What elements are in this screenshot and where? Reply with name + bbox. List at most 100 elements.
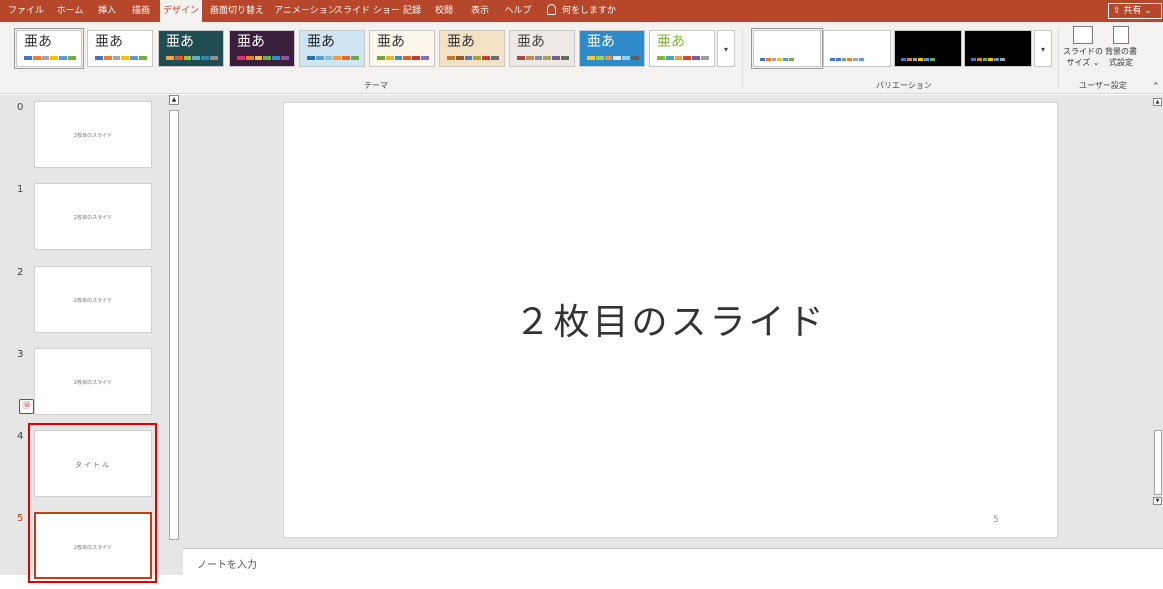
variant-color-swatches	[760, 58, 794, 61]
variant-color-swatches	[971, 58, 1005, 61]
theme-color-swatches	[447, 56, 499, 60]
slide-size-label-2: サイズ ⌄	[1066, 58, 1100, 67]
slide-size-icon	[1073, 26, 1093, 44]
theme-option[interactable]: 亜あ	[299, 30, 365, 67]
scroll-thumb[interactable]	[1154, 430, 1162, 495]
thumbnail-number: 4	[17, 431, 24, 442]
slide-thumbnail[interactable]: 2枚目のスライド	[34, 348, 152, 415]
ribbon-design-panel: 亜あ 亜あ 亜あ 亜あ 亜あ 亜あ 亜あ 亜あ 亜あ 亜あ ▾ テーマ ▾ バリエーション スライ…	[0, 22, 1163, 94]
share-button[interactable]: ⇪ 共有 ⌄	[1108, 3, 1162, 19]
thumbnail-number: 0	[17, 102, 24, 113]
slide-thumbnail[interactable]: 2枚目のスライド	[34, 266, 152, 333]
thumbnail-number: 1	[17, 184, 24, 195]
editor-scrollbar[interactable]: ▲ ▼	[1153, 95, 1163, 548]
theme-color-swatches	[657, 56, 709, 60]
thumbnail-title: 2枚目のスライド	[73, 215, 113, 221]
thumbnail-number: 3	[17, 349, 24, 360]
tab-insert[interactable]: 挿入	[94, 0, 120, 22]
theme-option[interactable]: 亜あ	[439, 30, 505, 67]
slide-editor: ２枚目のスライド 5 ▲ ▼	[183, 95, 1163, 548]
scroll-up-icon[interactable]: ▲	[169, 95, 179, 105]
tab-draw[interactable]: 描画	[128, 0, 154, 22]
variant-option[interactable]	[964, 30, 1032, 67]
customize-group-label: ユーザー設定	[1079, 81, 1127, 90]
lightbulb-icon	[547, 4, 556, 15]
share-label: 共有	[1123, 6, 1142, 16]
thumbnail-number: 2	[17, 267, 24, 278]
theme-option[interactable]: 亜あ	[579, 30, 645, 67]
theme-color-swatches	[307, 56, 359, 60]
tab-home[interactable]: ホーム	[53, 0, 87, 22]
theme-color-swatches	[24, 56, 76, 60]
notes-pane[interactable]: ノートを入力	[183, 548, 1163, 571]
ribbon-tab-bar: ファイル ホーム 挿入 描画 デザイン 画面切り替え アニメーション スライド …	[0, 0, 1163, 22]
notes-placeholder[interactable]: ノートを入力	[197, 556, 257, 571]
theme-preview-text: 亜あ	[95, 34, 123, 50]
slide-size-label-1: スライドの	[1063, 47, 1103, 56]
slide-title[interactable]: ２枚目のスライド	[284, 293, 1057, 345]
tab-help[interactable]: ヘルプ	[503, 0, 533, 22]
slide-size-button[interactable]: スライドの サイズ ⌄	[1063, 26, 1103, 68]
group-separator	[742, 28, 743, 88]
collapse-ribbon-icon[interactable]: ⌃	[1152, 82, 1160, 92]
tab-view[interactable]: 表示	[468, 0, 492, 22]
tell-me-label: 何をしますか	[562, 6, 617, 16]
scroll-thumb[interactable]	[169, 110, 179, 540]
format-background-button[interactable]: 背景の書 式設定	[1102, 26, 1140, 68]
slide-page-number: 5	[993, 515, 999, 525]
theme-option[interactable]: 亜あ	[87, 30, 153, 67]
slide-thumbnail[interactable]: 2枚目のスライド	[34, 183, 152, 250]
slide-canvas[interactable]: ２枚目のスライド 5	[283, 102, 1058, 538]
thumbnail-title: 2枚目のスライド	[73, 298, 113, 304]
theme-option[interactable]: 亜あ	[14, 28, 84, 69]
theme-preview-text: 亜あ	[307, 34, 335, 50]
theme-color-swatches	[237, 56, 289, 60]
variants-group-label: バリエーション	[876, 81, 932, 90]
scroll-up-icon[interactable]: ▲	[1153, 98, 1162, 106]
theme-option[interactable]: 亜あ	[509, 30, 575, 67]
scroll-down-icon[interactable]: ▼	[1153, 497, 1162, 505]
theme-preview-text: 亜あ	[24, 34, 52, 50]
thumbnail-scrollbar[interactable]: ▲	[168, 95, 180, 545]
tab-record[interactable]: 記録	[400, 0, 424, 22]
share-icon: ⇪	[1113, 6, 1121, 16]
theme-color-swatches	[377, 56, 429, 60]
slide-thumbnail-pane: 0 2枚目のスライド 1 2枚目のスライド 2 2枚目のスライド 3 2枚目のスライド 4 タイト…	[0, 95, 183, 583]
variants-more-button[interactable]: ▾	[1034, 30, 1052, 67]
theme-color-swatches	[517, 56, 569, 60]
theme-preview-text: 亜あ	[237, 34, 265, 50]
theme-option[interactable]: 亜あ	[649, 30, 715, 67]
theme-preview-text: 亜あ	[517, 34, 545, 50]
chevron-down-icon: ⌄	[1144, 6, 1152, 16]
themes-group-label: テーマ	[364, 81, 388, 90]
theme-preview-text: 亜あ	[657, 34, 685, 50]
theme-preview-text: 亜あ	[587, 34, 615, 50]
slide-thumbnail[interactable]: 2枚目のスライド	[34, 101, 152, 168]
thumbnail-number: 5	[17, 513, 24, 524]
theme-option[interactable]: 亜あ	[229, 30, 295, 67]
variant-option[interactable]	[894, 30, 962, 67]
tab-review[interactable]: 校閲	[432, 0, 456, 22]
tab-slideshow[interactable]: スライド ショー	[334, 0, 400, 22]
tab-animations[interactable]: アニメーション	[274, 0, 337, 22]
variant-option[interactable]	[751, 28, 823, 69]
tab-file[interactable]: ファイル	[6, 0, 46, 22]
tab-transitions[interactable]: 画面切り替え	[208, 0, 266, 22]
format-bg-label-1: 背景の書	[1105, 47, 1137, 56]
theme-preview-text: 亜あ	[377, 34, 405, 50]
highlight-box	[28, 423, 157, 583]
theme-option[interactable]: 亜あ	[369, 30, 435, 67]
theme-color-swatches	[587, 56, 639, 60]
thumbnail-title: 2枚目のスライド	[73, 133, 113, 139]
group-separator	[1058, 28, 1059, 88]
tell-me-search[interactable]: 何をしますか	[547, 0, 616, 22]
themes-more-button[interactable]: ▾	[717, 30, 735, 67]
paint-bucket-icon	[1113, 26, 1129, 44]
theme-preview-text: 亜あ	[447, 34, 475, 50]
format-bg-label-2: 式設定	[1109, 58, 1133, 67]
theme-option[interactable]: 亜あ	[158, 30, 224, 67]
powerpoint-window: ファイル ホーム 挿入 描画 デザイン 画面切り替え アニメーション スライド …	[0, 0, 1163, 589]
tab-design[interactable]: デザイン	[160, 0, 202, 22]
theme-color-swatches	[95, 56, 147, 60]
variant-option[interactable]	[823, 30, 891, 67]
